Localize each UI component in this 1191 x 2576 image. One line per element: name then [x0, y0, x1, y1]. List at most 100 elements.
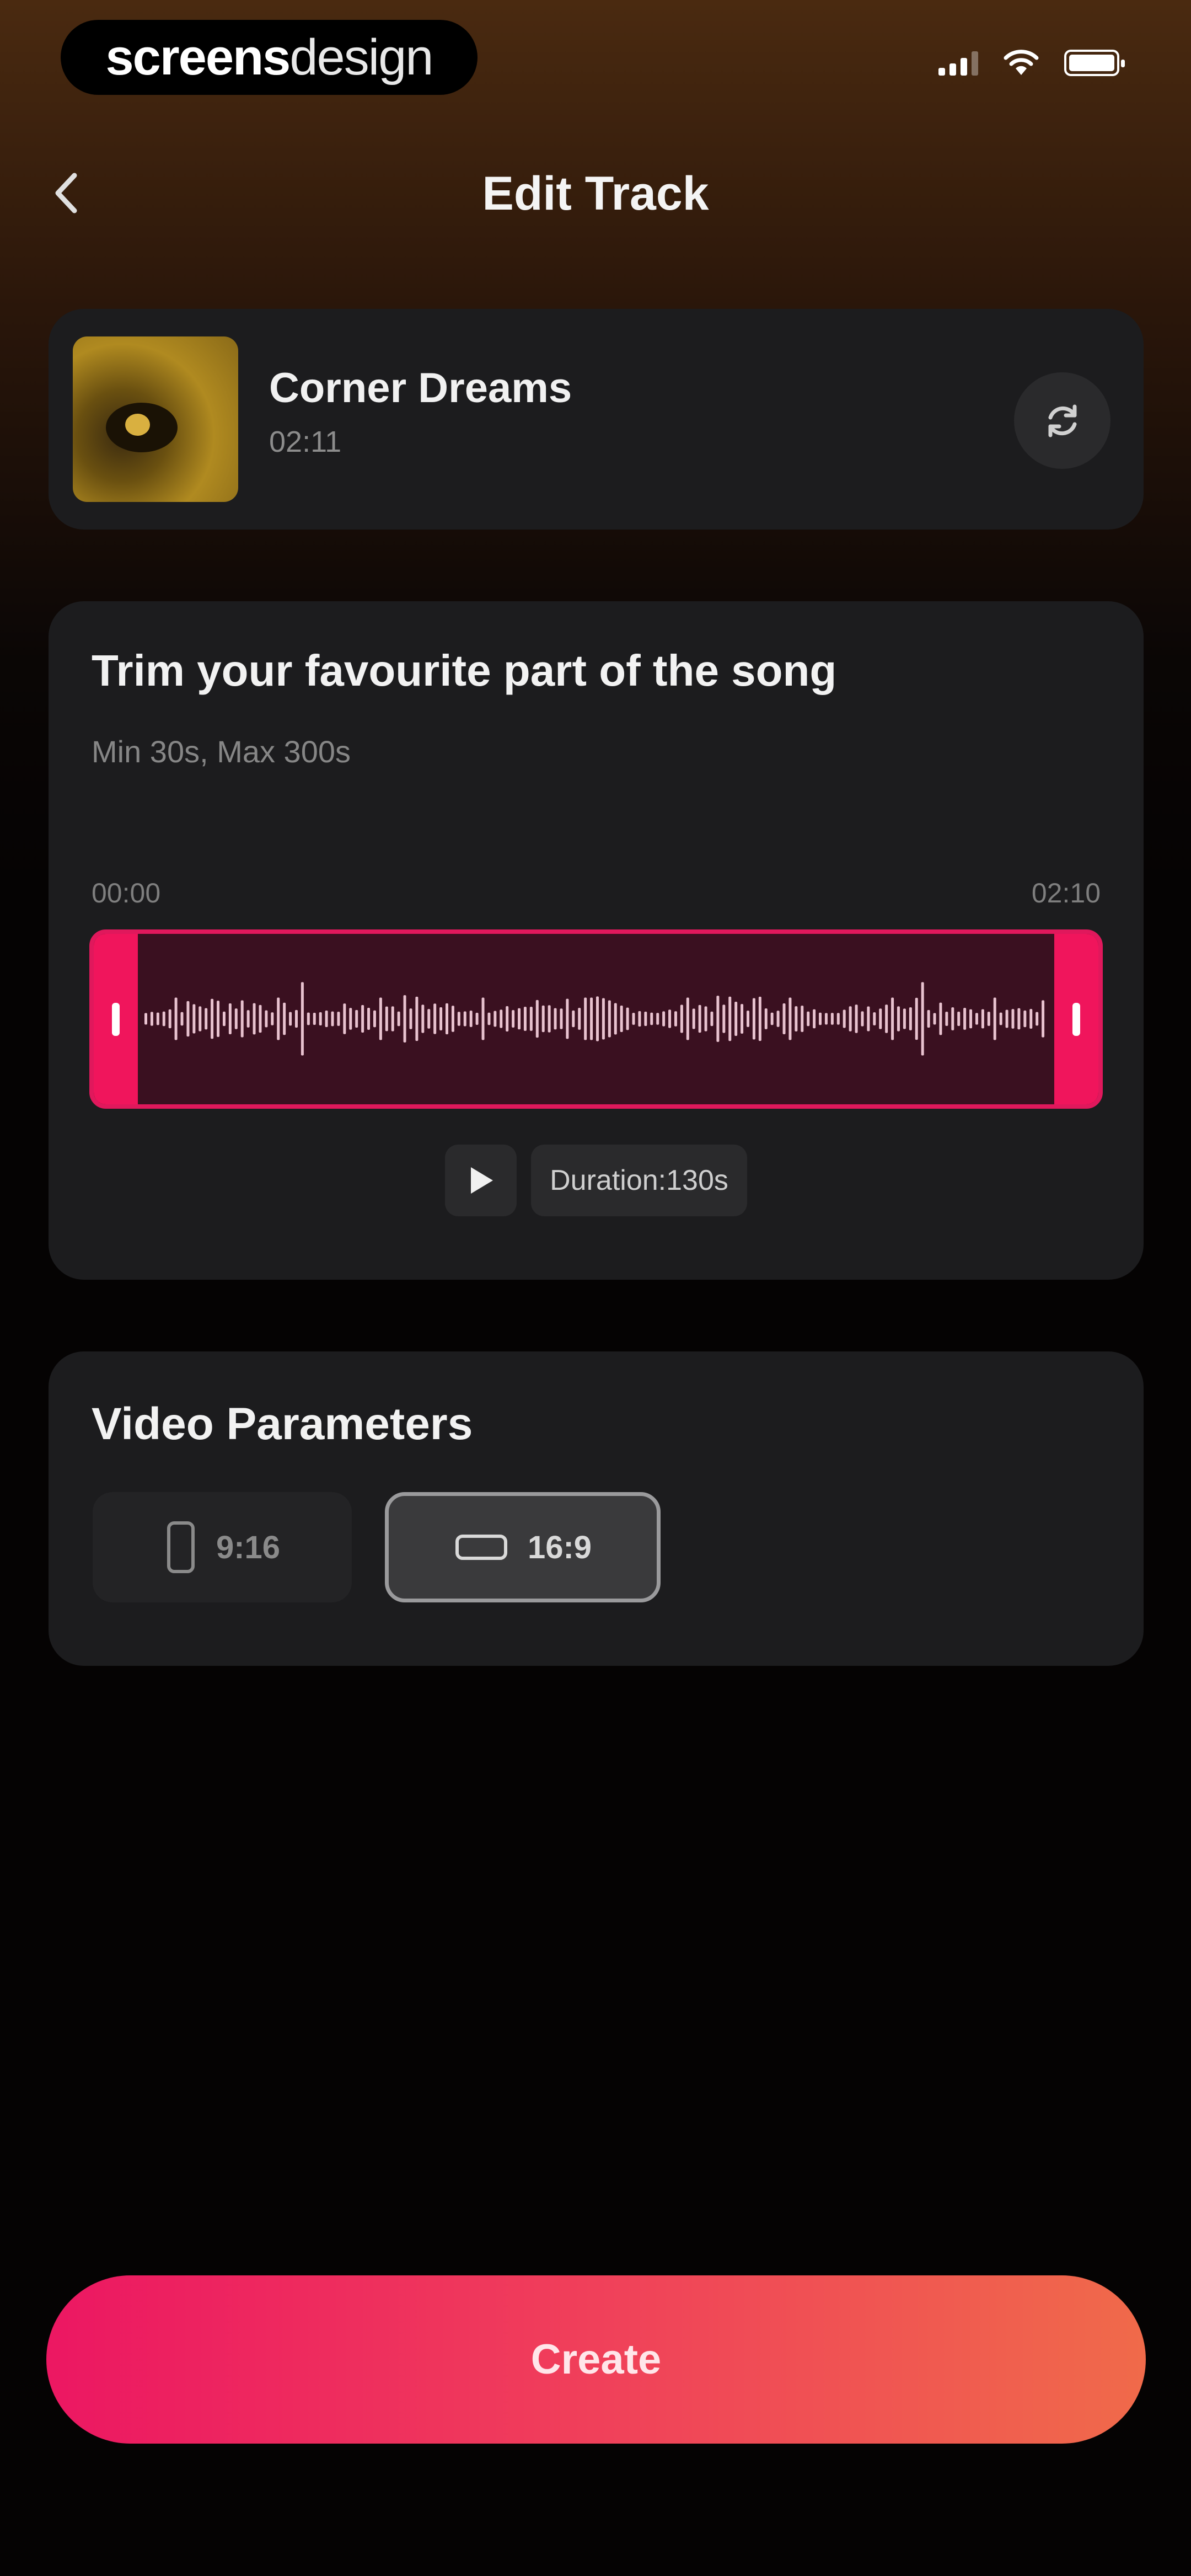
waveform-bar: [319, 1012, 322, 1026]
album-artwork: [73, 336, 238, 502]
waveform-bar: [246, 1010, 250, 1028]
waveform-bar: [830, 1013, 834, 1025]
track-title: Corner Dreams: [269, 365, 572, 411]
create-button[interactable]: Create: [46, 2275, 1146, 2444]
waveform-bar: [855, 1004, 858, 1033]
waveform-bar: [211, 998, 214, 1039]
waveform-bar: [885, 1004, 888, 1033]
waveform-bar: [795, 1006, 798, 1032]
waveform-bar: [963, 1008, 967, 1030]
waveform-bar: [439, 1007, 443, 1030]
waveform-bar: [807, 1011, 810, 1027]
waveform-bar: [421, 1004, 425, 1033]
play-icon: [471, 1167, 493, 1194]
waveform-bar: [867, 1006, 870, 1032]
waveform-bar: [554, 1008, 557, 1030]
waveform-bar: [379, 997, 382, 1040]
waveform-bar: [240, 1000, 244, 1038]
waveform-bar: [361, 1005, 364, 1033]
replace-track-button[interactable]: [1014, 372, 1110, 469]
waveform-bar: [481, 997, 485, 1040]
track-duration: 02:11: [269, 425, 342, 458]
ratio-option-16-9[interactable]: 16:9: [385, 1492, 661, 1602]
waveform-bar: [969, 1009, 973, 1029]
landscape-phone-icon: [455, 1535, 507, 1560]
waveform-trimmer[interactable]: [89, 929, 1103, 1109]
ratio-label-9-16: 9:16: [216, 1529, 281, 1565]
waveform-bar: [451, 1006, 454, 1032]
waveform-bar: [849, 1006, 852, 1032]
waveform-bar: [500, 1009, 503, 1028]
waveform-bar: [843, 1009, 846, 1028]
waveform-bar: [271, 1012, 274, 1025]
waveform-bar: [662, 1011, 666, 1027]
duration-label: Duration:130s: [531, 1145, 747, 1216]
waveform-bar: [217, 1001, 220, 1037]
brand-logo-bold: screens: [105, 29, 291, 85]
waveform-bar: [518, 1008, 521, 1030]
waveform-bar: [692, 1008, 695, 1029]
waveform-bar: [343, 1003, 346, 1034]
waveform-bar: [590, 997, 593, 1040]
waveform-bar: [614, 1003, 617, 1035]
waveform-bar: [415, 996, 419, 1041]
waveform-bar: [608, 1000, 611, 1038]
waveform-bar: [198, 1006, 202, 1032]
ratio-option-9-16[interactable]: 9:16: [93, 1492, 352, 1602]
waveform-bar: [144, 1013, 147, 1025]
waveform-bar: [174, 997, 178, 1040]
waveform-bar: [337, 1012, 340, 1026]
waveform-bar: [734, 1002, 738, 1036]
waveform-bar: [548, 1005, 551, 1033]
waveform-bar: [999, 1012, 1002, 1025]
waveform-bar: [277, 997, 280, 1040]
waveform-bar: [475, 1012, 479, 1025]
waveform-bar: [656, 1013, 659, 1025]
waveform-bar: [367, 1007, 371, 1030]
waveform-bar: [879, 1008, 882, 1029]
waveform-bar: [560, 1008, 563, 1029]
waveform-bar: [566, 998, 569, 1039]
waveform-bar: [487, 1012, 491, 1025]
waveform-bar: [433, 1003, 437, 1034]
waveform-bar: [824, 1013, 828, 1025]
waveform-bar: [710, 1011, 713, 1027]
waveform-bar: [192, 1004, 196, 1034]
waveform-bar: [355, 1009, 358, 1028]
waveform-bar: [469, 1011, 473, 1027]
waveform-bar: [307, 1012, 310, 1025]
waveform-bar: [1023, 1010, 1027, 1028]
play-button[interactable]: [445, 1145, 517, 1216]
waveform-bar: [162, 1011, 165, 1027]
waveform-bar: [819, 1012, 822, 1025]
signal-icon: [938, 50, 978, 76]
waveform-bar: [535, 1000, 539, 1038]
trim-start-handle[interactable]: [94, 934, 138, 1104]
waveform-bar: [981, 1009, 984, 1029]
battery-icon: [1064, 50, 1125, 76]
brand-logo-light: design: [289, 29, 433, 85]
waveform-bar: [638, 1011, 641, 1027]
waveform-bar: [397, 1011, 400, 1027]
waveform-bar: [313, 1013, 316, 1025]
waveform-bar: [722, 1004, 726, 1033]
waveform-bar: [752, 998, 755, 1040]
waveform-bar: [168, 1009, 171, 1029]
waveform-bar: [975, 1013, 978, 1025]
waveform-bar: [987, 1012, 990, 1026]
waveform-bar: [1029, 1009, 1033, 1029]
waveform-bar: [915, 997, 918, 1040]
waveform-bar: [265, 1010, 268, 1028]
waveform-bar: [1017, 1008, 1021, 1030]
waveform-bar: [620, 1005, 623, 1033]
portrait-phone-icon: [167, 1521, 195, 1573]
waveform: [144, 982, 1045, 1056]
waveform-bar: [951, 1007, 954, 1030]
waveform-bar: [704, 1006, 707, 1032]
trim-end-handle[interactable]: [1054, 934, 1098, 1104]
waveform-bar: [836, 1013, 840, 1025]
waveform-bar: [584, 997, 587, 1040]
waveform-bar: [446, 1003, 448, 1035]
waveform-bar: [861, 1011, 864, 1027]
waveform-bar: [897, 1006, 900, 1032]
